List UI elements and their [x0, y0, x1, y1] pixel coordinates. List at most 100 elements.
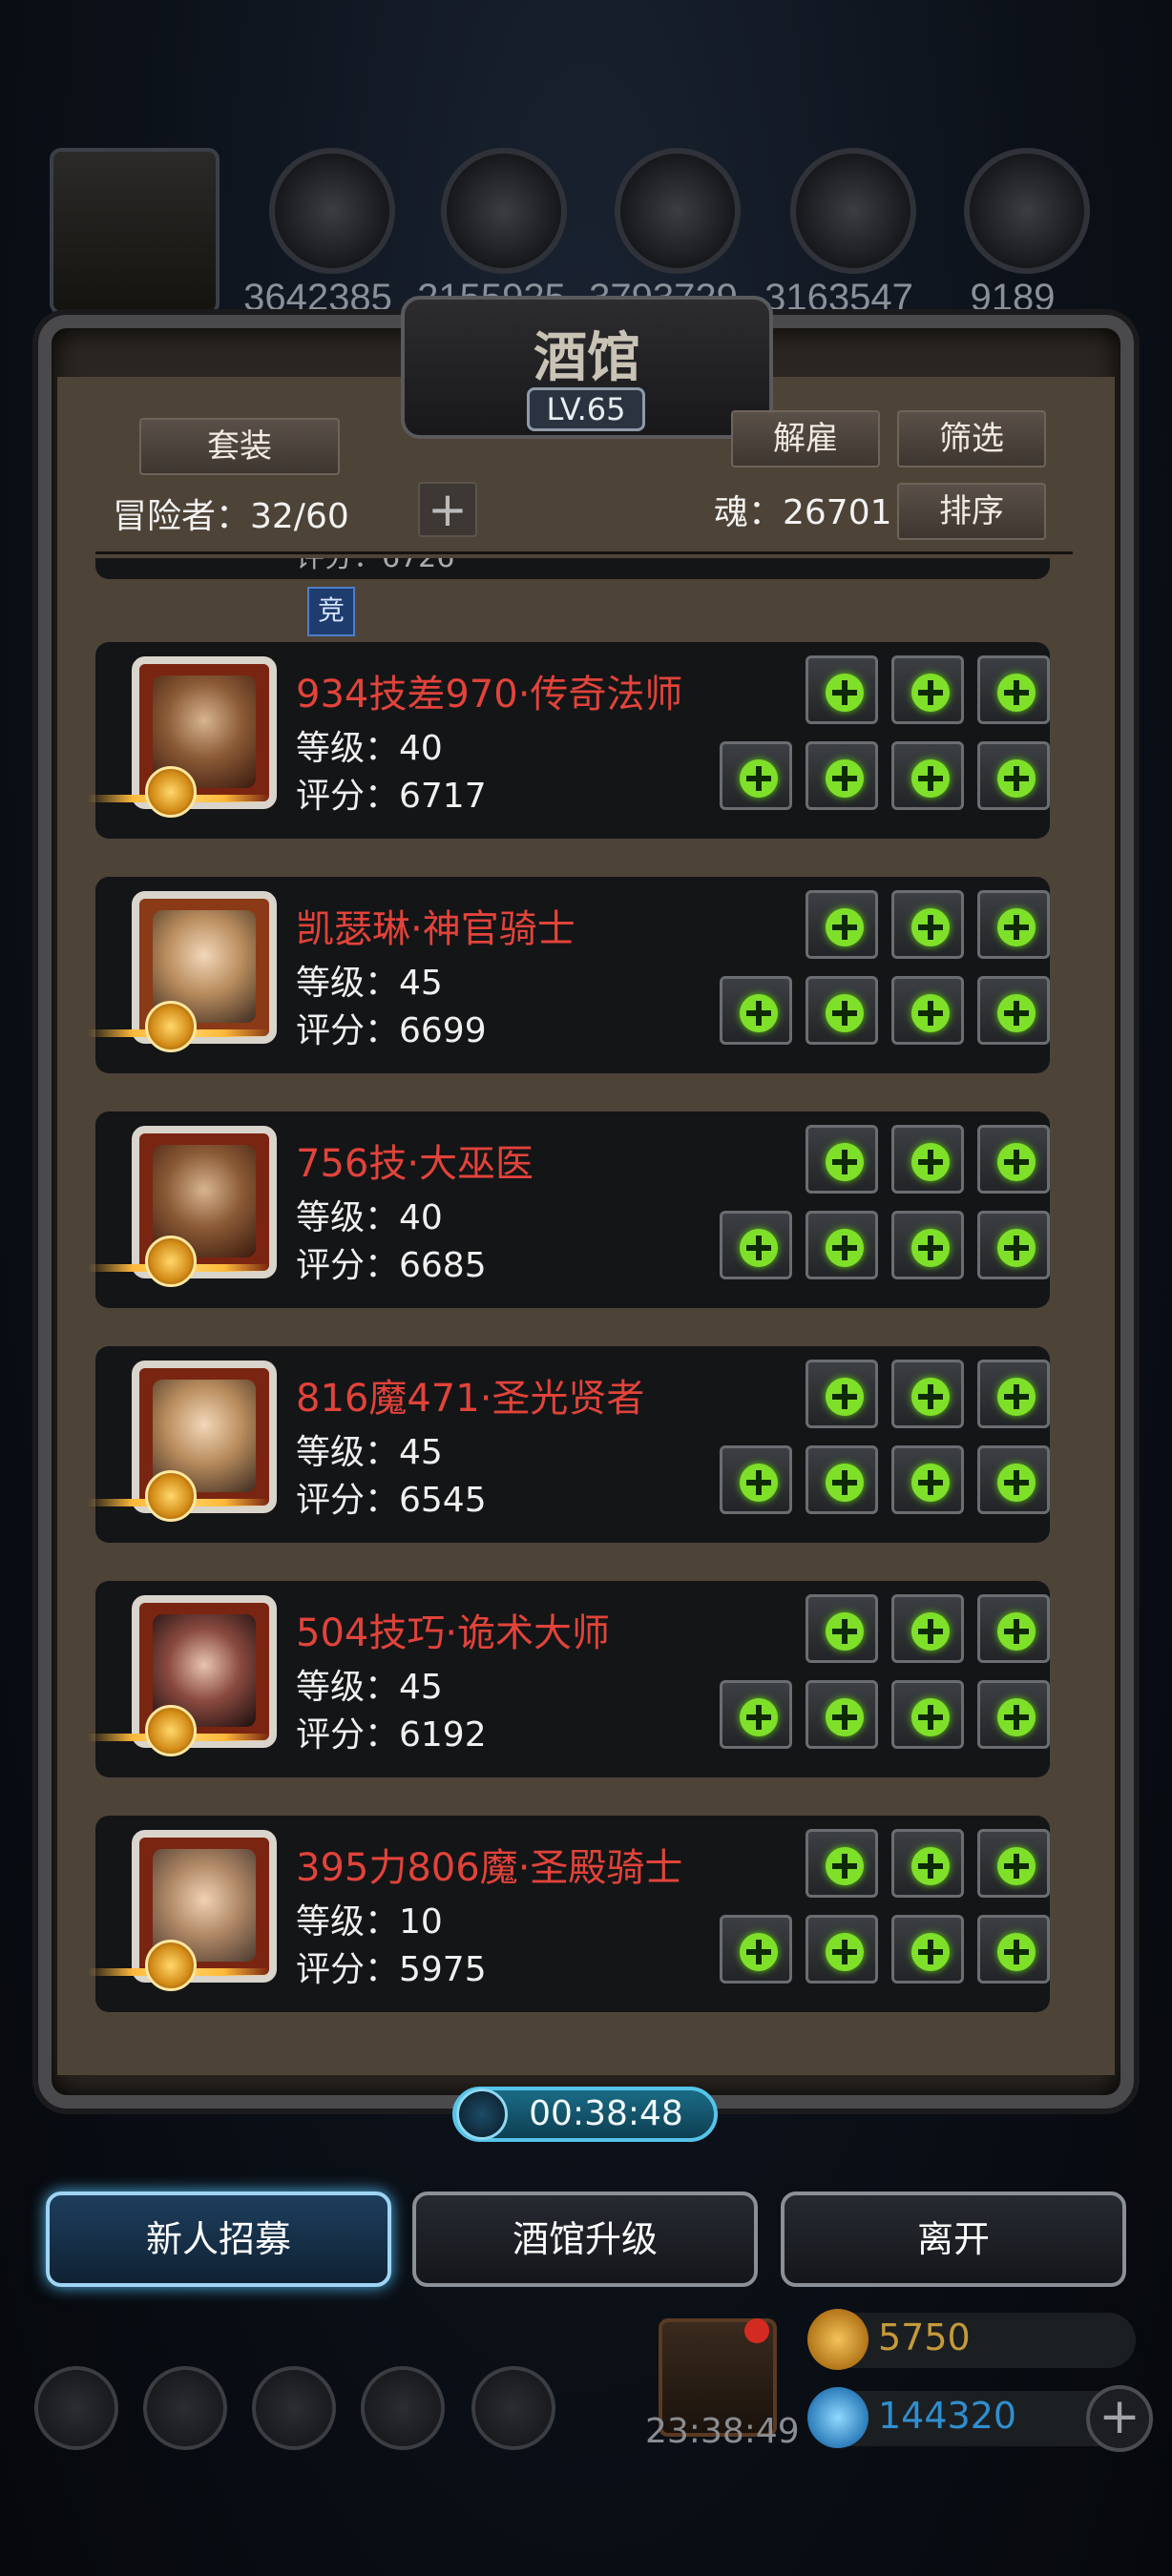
- boots-slot-icon[interactable]: [977, 655, 1050, 724]
- hero-score: 评分：6685: [296, 1246, 487, 1285]
- map-icon[interactable]: [471, 2366, 555, 2450]
- crystal-resource-icon: [790, 148, 916, 274]
- hero-name: 816魔471·圣光贤者: [296, 1377, 645, 1421]
- star-icon[interactable]: [143, 2366, 227, 2450]
- boots-slot-icon[interactable]: [977, 1594, 1050, 1663]
- cape-slot-icon[interactable]: [806, 1915, 878, 1984]
- helmet-slot-icon[interactable]: [806, 1829, 878, 1898]
- gold-value: 5750: [878, 2316, 971, 2358]
- ring-slot-icon[interactable]: [891, 1211, 964, 1279]
- amulet-slot-icon[interactable]: [977, 1211, 1050, 1279]
- weapon-slot-icon[interactable]: [720, 1445, 792, 1514]
- helmet-slot-icon[interactable]: [806, 1594, 878, 1663]
- helmet-slot-icon[interactable]: [806, 655, 878, 724]
- hero-score: 评分：6192: [296, 1715, 487, 1755]
- ring-slot-icon[interactable]: [891, 1445, 964, 1514]
- amulet-slot-icon[interactable]: [977, 1445, 1050, 1514]
- boots-slot-icon[interactable]: [977, 1360, 1050, 1428]
- hero-score: 评分：6726: [296, 558, 454, 575]
- ring-slot-icon[interactable]: [891, 741, 964, 810]
- notification-dot: [744, 2318, 769, 2343]
- cape-slot-icon[interactable]: [806, 1680, 878, 1749]
- gold-coin-icon: [807, 2309, 869, 2370]
- ring-slot-icon[interactable]: [891, 1915, 964, 1984]
- helmet-slot-icon[interactable]: [806, 1125, 878, 1194]
- hero-card[interactable]: 934技差970·传奇法师 等级：40 评分：6717: [88, 642, 1050, 839]
- boots-slot-icon[interactable]: [977, 1125, 1050, 1194]
- wood-resource-icon: [441, 148, 567, 274]
- cape-slot-icon[interactable]: [806, 1445, 878, 1514]
- boots-slot-icon[interactable]: [977, 1829, 1050, 1898]
- meat-resource-icon: [269, 148, 395, 274]
- buy-currency-button[interactable]: +: [1086, 2385, 1153, 2452]
- gem-icon: [807, 2387, 869, 2448]
- rank-emblem-icon: [145, 1940, 197, 1991]
- upgrade-tavern-button[interactable]: 酒馆升级: [412, 2192, 758, 2287]
- helmet-slot-icon[interactable]: [806, 1360, 878, 1428]
- armor-slot-icon[interactable]: [891, 1829, 964, 1898]
- add-capacity-button[interactable]: +: [418, 482, 477, 537]
- armor-slot-icon[interactable]: [891, 1125, 964, 1194]
- weapon-slot-icon[interactable]: [720, 1915, 792, 1984]
- cape-slot-icon[interactable]: [806, 741, 878, 810]
- hero-score: 评分：6699: [296, 1011, 487, 1050]
- adventurer-count: 冒险者：32/60: [113, 497, 349, 536]
- weapon-slot-icon[interactable]: [720, 741, 792, 810]
- filter-button[interactable]: 筛选: [897, 410, 1046, 467]
- armor-slot-icon[interactable]: [891, 655, 964, 724]
- recruit-button[interactable]: 新人招募: [46, 2192, 391, 2287]
- hero-card[interactable]: 凯瑟琳·神官骑士 等级：45 评分：6699: [88, 877, 1050, 1073]
- dismiss-button[interactable]: 解雇: [731, 410, 880, 467]
- cape-slot-icon[interactable]: [806, 976, 878, 1045]
- iron-resource-icon: [615, 148, 741, 274]
- set-button[interactable]: 套装: [139, 418, 340, 475]
- tavern-level-badge: LV.65: [527, 387, 645, 431]
- settings-icon[interactable]: [34, 2366, 118, 2450]
- rank-emblem-icon: [145, 1705, 197, 1756]
- boots-slot-icon[interactable]: [977, 890, 1050, 959]
- rank-emblem-icon: [145, 766, 197, 818]
- weapon-slot-icon[interactable]: [720, 976, 792, 1045]
- amulet-slot-icon[interactable]: [977, 1680, 1050, 1749]
- hero-card[interactable]: 504技巧·诡术大师 等级：45 评分：6192: [88, 1581, 1050, 1777]
- gift-timer: 23:38:49: [645, 2412, 800, 2451]
- helmet-slot-icon[interactable]: [806, 890, 878, 959]
- hero-card[interactable]: 816魔471·圣光贤者 等级：45 评分：6545: [88, 1346, 1050, 1543]
- amulet-slot-icon[interactable]: [977, 976, 1050, 1045]
- gem-value: 144320: [878, 2395, 1017, 2437]
- cape-slot-icon[interactable]: [806, 1211, 878, 1279]
- resource-value: 9189: [970, 277, 1056, 319]
- weapon-slot-icon[interactable]: [720, 1680, 792, 1749]
- hero-card[interactable]: 395力806魔·圣殿骑士 等级：10 评分：5975: [88, 1816, 1050, 2012]
- building-icon[interactable]: [252, 2366, 336, 2450]
- divider: [95, 551, 1073, 554]
- ring-slot-icon[interactable]: [891, 1680, 964, 1749]
- hero-list[interactable]: 评分：6726 竞 934技差970·传奇法师 等级：40 评分：6717 凯瑟…: [57, 558, 1115, 2056]
- resource-value: 3163547: [764, 277, 913, 319]
- hero-name: 395力806魔·圣殿骑士: [296, 1846, 683, 1890]
- leave-button[interactable]: 离开: [781, 2192, 1126, 2287]
- player-portrait[interactable]: [50, 148, 220, 315]
- soul-count: 魂：26701: [714, 493, 892, 532]
- hero-name: 凯瑟琳·神官骑士: [296, 907, 576, 951]
- armor-slot-icon[interactable]: [891, 1594, 964, 1663]
- list-item[interactable]: 评分：6726: [95, 558, 1050, 579]
- amulet-slot-icon[interactable]: [977, 741, 1050, 810]
- hero-name: 756技·大巫医: [296, 1142, 534, 1186]
- ring-slot-icon[interactable]: [891, 976, 964, 1045]
- stone-resource-icon: [964, 148, 1090, 274]
- hero-name: 934技差970·传奇法师: [296, 673, 683, 717]
- sort-button[interactable]: 排序: [897, 483, 1046, 540]
- hero-card[interactable]: 756技·大巫医 等级：40 评分：6685: [88, 1111, 1050, 1308]
- hero-level: 等级：45: [296, 1668, 443, 1707]
- armor-slot-icon[interactable]: [891, 1360, 964, 1428]
- hero-name: 504技巧·诡术大师: [296, 1611, 611, 1655]
- amulet-slot-icon[interactable]: [977, 1915, 1050, 1984]
- hero-level: 等级：10: [296, 1902, 443, 1942]
- hero-score: 评分：6717: [296, 777, 487, 816]
- armor-slot-icon[interactable]: [891, 890, 964, 959]
- arena-tag: 竞: [307, 587, 355, 636]
- mail-icon[interactable]: [361, 2366, 445, 2450]
- weapon-slot-icon[interactable]: [720, 1211, 792, 1279]
- rank-emblem-icon: [145, 1001, 197, 1052]
